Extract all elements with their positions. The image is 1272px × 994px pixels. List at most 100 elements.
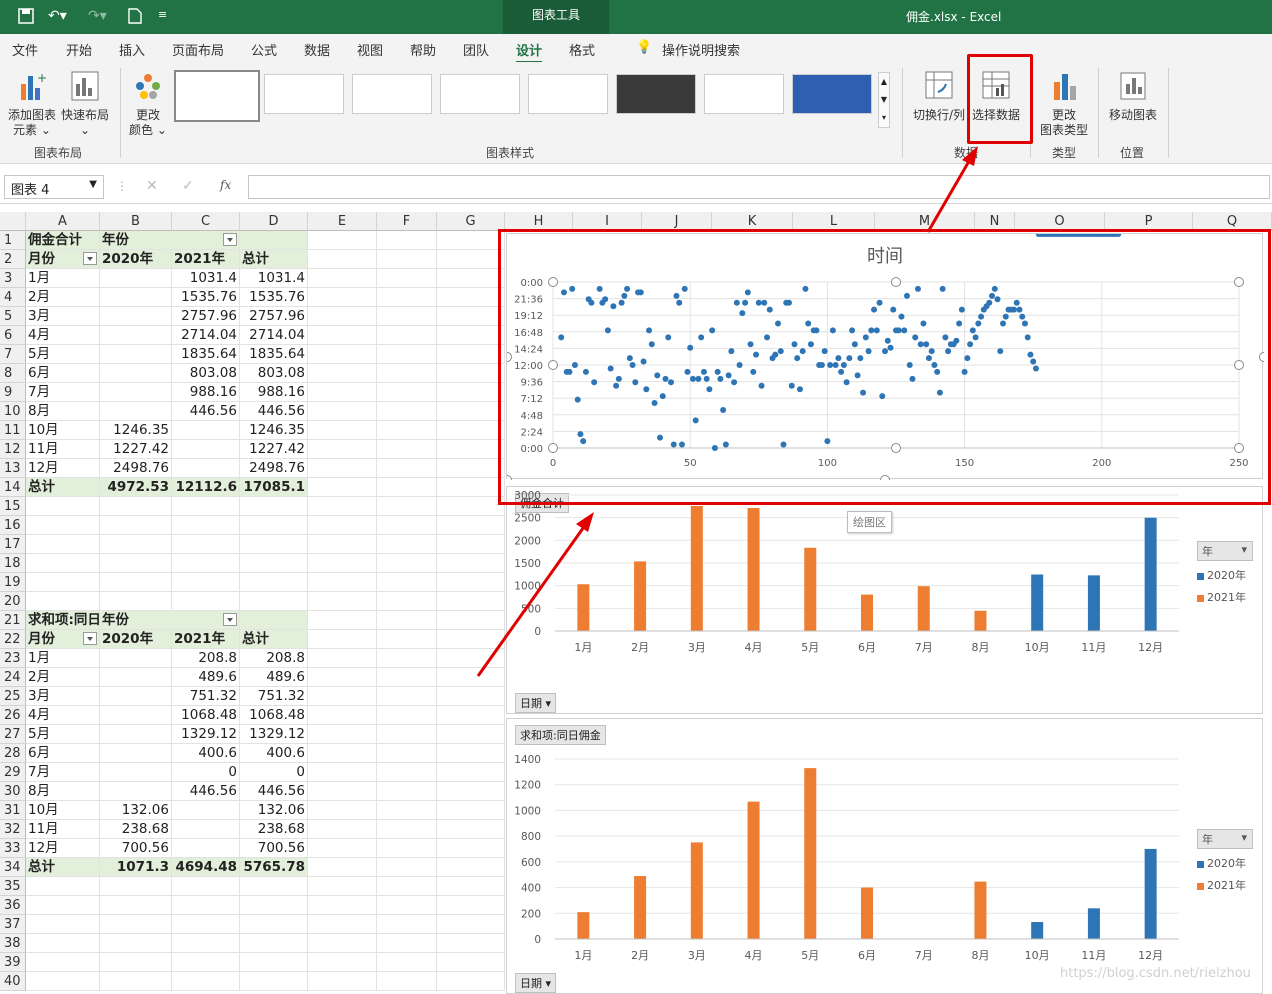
bar[interactable] <box>1087 575 1100 631</box>
cancel-icon[interactable]: ✕ <box>146 178 158 194</box>
pivot-cell[interactable]: 988.16 <box>240 383 308 402</box>
pivot-cell[interactable] <box>172 820 240 839</box>
row-header[interactable]: 2 <box>0 250 26 269</box>
pivot-cell[interactable]: 803.08 <box>240 364 308 383</box>
grid-cell[interactable] <box>377 725 437 744</box>
row-header[interactable]: 19 <box>0 573 26 592</box>
pivot-cell[interactable]: 总计 <box>240 630 308 649</box>
bar[interactable] <box>690 505 703 631</box>
row-header[interactable]: 3 <box>0 269 26 288</box>
grid-cell[interactable] <box>377 687 437 706</box>
pivot-cell[interactable]: 1月 <box>26 649 100 668</box>
grid-cell[interactable] <box>437 478 505 497</box>
grid-cell[interactable] <box>172 877 240 896</box>
pivot-cell[interactable] <box>100 763 172 782</box>
pivot-cell[interactable]: 489.6 <box>240 668 308 687</box>
grid-cell[interactable] <box>26 535 100 554</box>
pivot-cell[interactable]: 2020年 <box>100 630 172 649</box>
row-header[interactable]: 16 <box>0 516 26 535</box>
pivot-cell[interactable]: 1071.3 <box>100 858 172 877</box>
bar[interactable] <box>1144 848 1157 939</box>
row-header[interactable]: 30 <box>0 782 26 801</box>
grid-cell[interactable] <box>308 611 377 630</box>
pivot-cell[interactable]: 0 <box>172 763 240 782</box>
bar[interactable] <box>747 801 760 939</box>
grid-cell[interactable] <box>308 288 377 307</box>
grid-cell[interactable] <box>172 896 240 915</box>
pivot-cell[interactable]: 1031.4 <box>240 269 308 288</box>
pivot-cell[interactable]: 208.8 <box>240 649 308 668</box>
pivot-cell[interactable]: 2498.76 <box>240 459 308 478</box>
pivot-cell[interactable]: 7月 <box>26 763 100 782</box>
row-header[interactable]: 31 <box>0 801 26 820</box>
row-header[interactable]: 9 <box>0 383 26 402</box>
chart-style-5[interactable] <box>528 74 608 114</box>
grid-cell[interactable] <box>240 953 308 972</box>
grid-cell[interactable] <box>240 592 308 611</box>
grid-cell[interactable] <box>240 915 308 934</box>
pivot-cell[interactable] <box>100 383 172 402</box>
grid-cell[interactable] <box>100 915 172 934</box>
row-header[interactable]: 11 <box>0 421 26 440</box>
pivot-cell[interactable] <box>100 364 172 383</box>
chart-style-2[interactable] <box>264 74 344 114</box>
grid-cell[interactable] <box>308 839 377 858</box>
pivot-cell[interactable]: 年份 <box>100 611 240 630</box>
column-header[interactable]: D <box>240 212 308 231</box>
row-header[interactable]: 28 <box>0 744 26 763</box>
column-header[interactable]: E <box>308 212 377 231</box>
grid-cell[interactable] <box>172 516 240 535</box>
grid-cell[interactable] <box>437 858 505 877</box>
pivot-cell[interactable]: 489.6 <box>172 668 240 687</box>
grid-cell[interactable] <box>308 326 377 345</box>
chart-style-4[interactable] <box>440 74 520 114</box>
grid-cell[interactable] <box>308 858 377 877</box>
bar[interactable] <box>1087 908 1100 939</box>
grid-cell[interactable] <box>308 801 377 820</box>
row-header[interactable]: 39 <box>0 953 26 972</box>
row-header[interactable]: 37 <box>0 915 26 934</box>
legend-entry[interactable]: 2020年 <box>1197 567 1253 583</box>
grid-cell[interactable] <box>377 573 437 592</box>
pivot-cell[interactable]: 7月 <box>26 383 100 402</box>
grid-cell[interactable] <box>377 402 437 421</box>
grid-cell[interactable] <box>377 896 437 915</box>
grid-cell[interactable] <box>437 820 505 839</box>
pivot-cell[interactable]: 1329.12 <box>240 725 308 744</box>
grid-cell[interactable] <box>437 687 505 706</box>
grid-cell[interactable] <box>437 250 505 269</box>
grid-cell[interactable] <box>240 554 308 573</box>
grid-cell[interactable] <box>437 877 505 896</box>
grid-cell[interactable] <box>437 801 505 820</box>
bar[interactable] <box>917 586 930 631</box>
grid-cell[interactable] <box>172 972 240 991</box>
pivot-cell[interactable]: 238.68 <box>240 820 308 839</box>
select-all-corner[interactable] <box>0 212 26 231</box>
grid-cell[interactable] <box>437 706 505 725</box>
row-header[interactable]: 36 <box>0 896 26 915</box>
grid-cell[interactable] <box>26 934 100 953</box>
chart-style-7[interactable] <box>704 74 784 114</box>
grid-cell[interactable] <box>377 801 437 820</box>
row-header[interactable]: 35 <box>0 877 26 896</box>
grid-cell[interactable] <box>100 953 172 972</box>
grid-cell[interactable] <box>308 668 377 687</box>
pivot-cell[interactable]: 8月 <box>26 782 100 801</box>
bar[interactable] <box>974 881 987 939</box>
new-file-icon[interactable] <box>128 8 142 28</box>
grid-cell[interactable] <box>377 763 437 782</box>
pivot-cell[interactable]: 700.56 <box>100 839 172 858</box>
row-header[interactable]: 34 <box>0 858 26 877</box>
tab-design[interactable]: 设计 <box>516 40 543 64</box>
grid-cell[interactable] <box>377 554 437 573</box>
grid-cell[interactable] <box>437 934 505 953</box>
grid-cell[interactable] <box>100 972 172 991</box>
grid-cell[interactable] <box>172 934 240 953</box>
grid-cell[interactable] <box>172 592 240 611</box>
pivot-cell[interactable]: 2757.96 <box>240 307 308 326</box>
grid-cell[interactable] <box>308 364 377 383</box>
grid-cell[interactable] <box>308 972 377 991</box>
row-header[interactable]: 32 <box>0 820 26 839</box>
pivot-cell[interactable]: 400.6 <box>240 744 308 763</box>
bar[interactable] <box>577 912 590 939</box>
